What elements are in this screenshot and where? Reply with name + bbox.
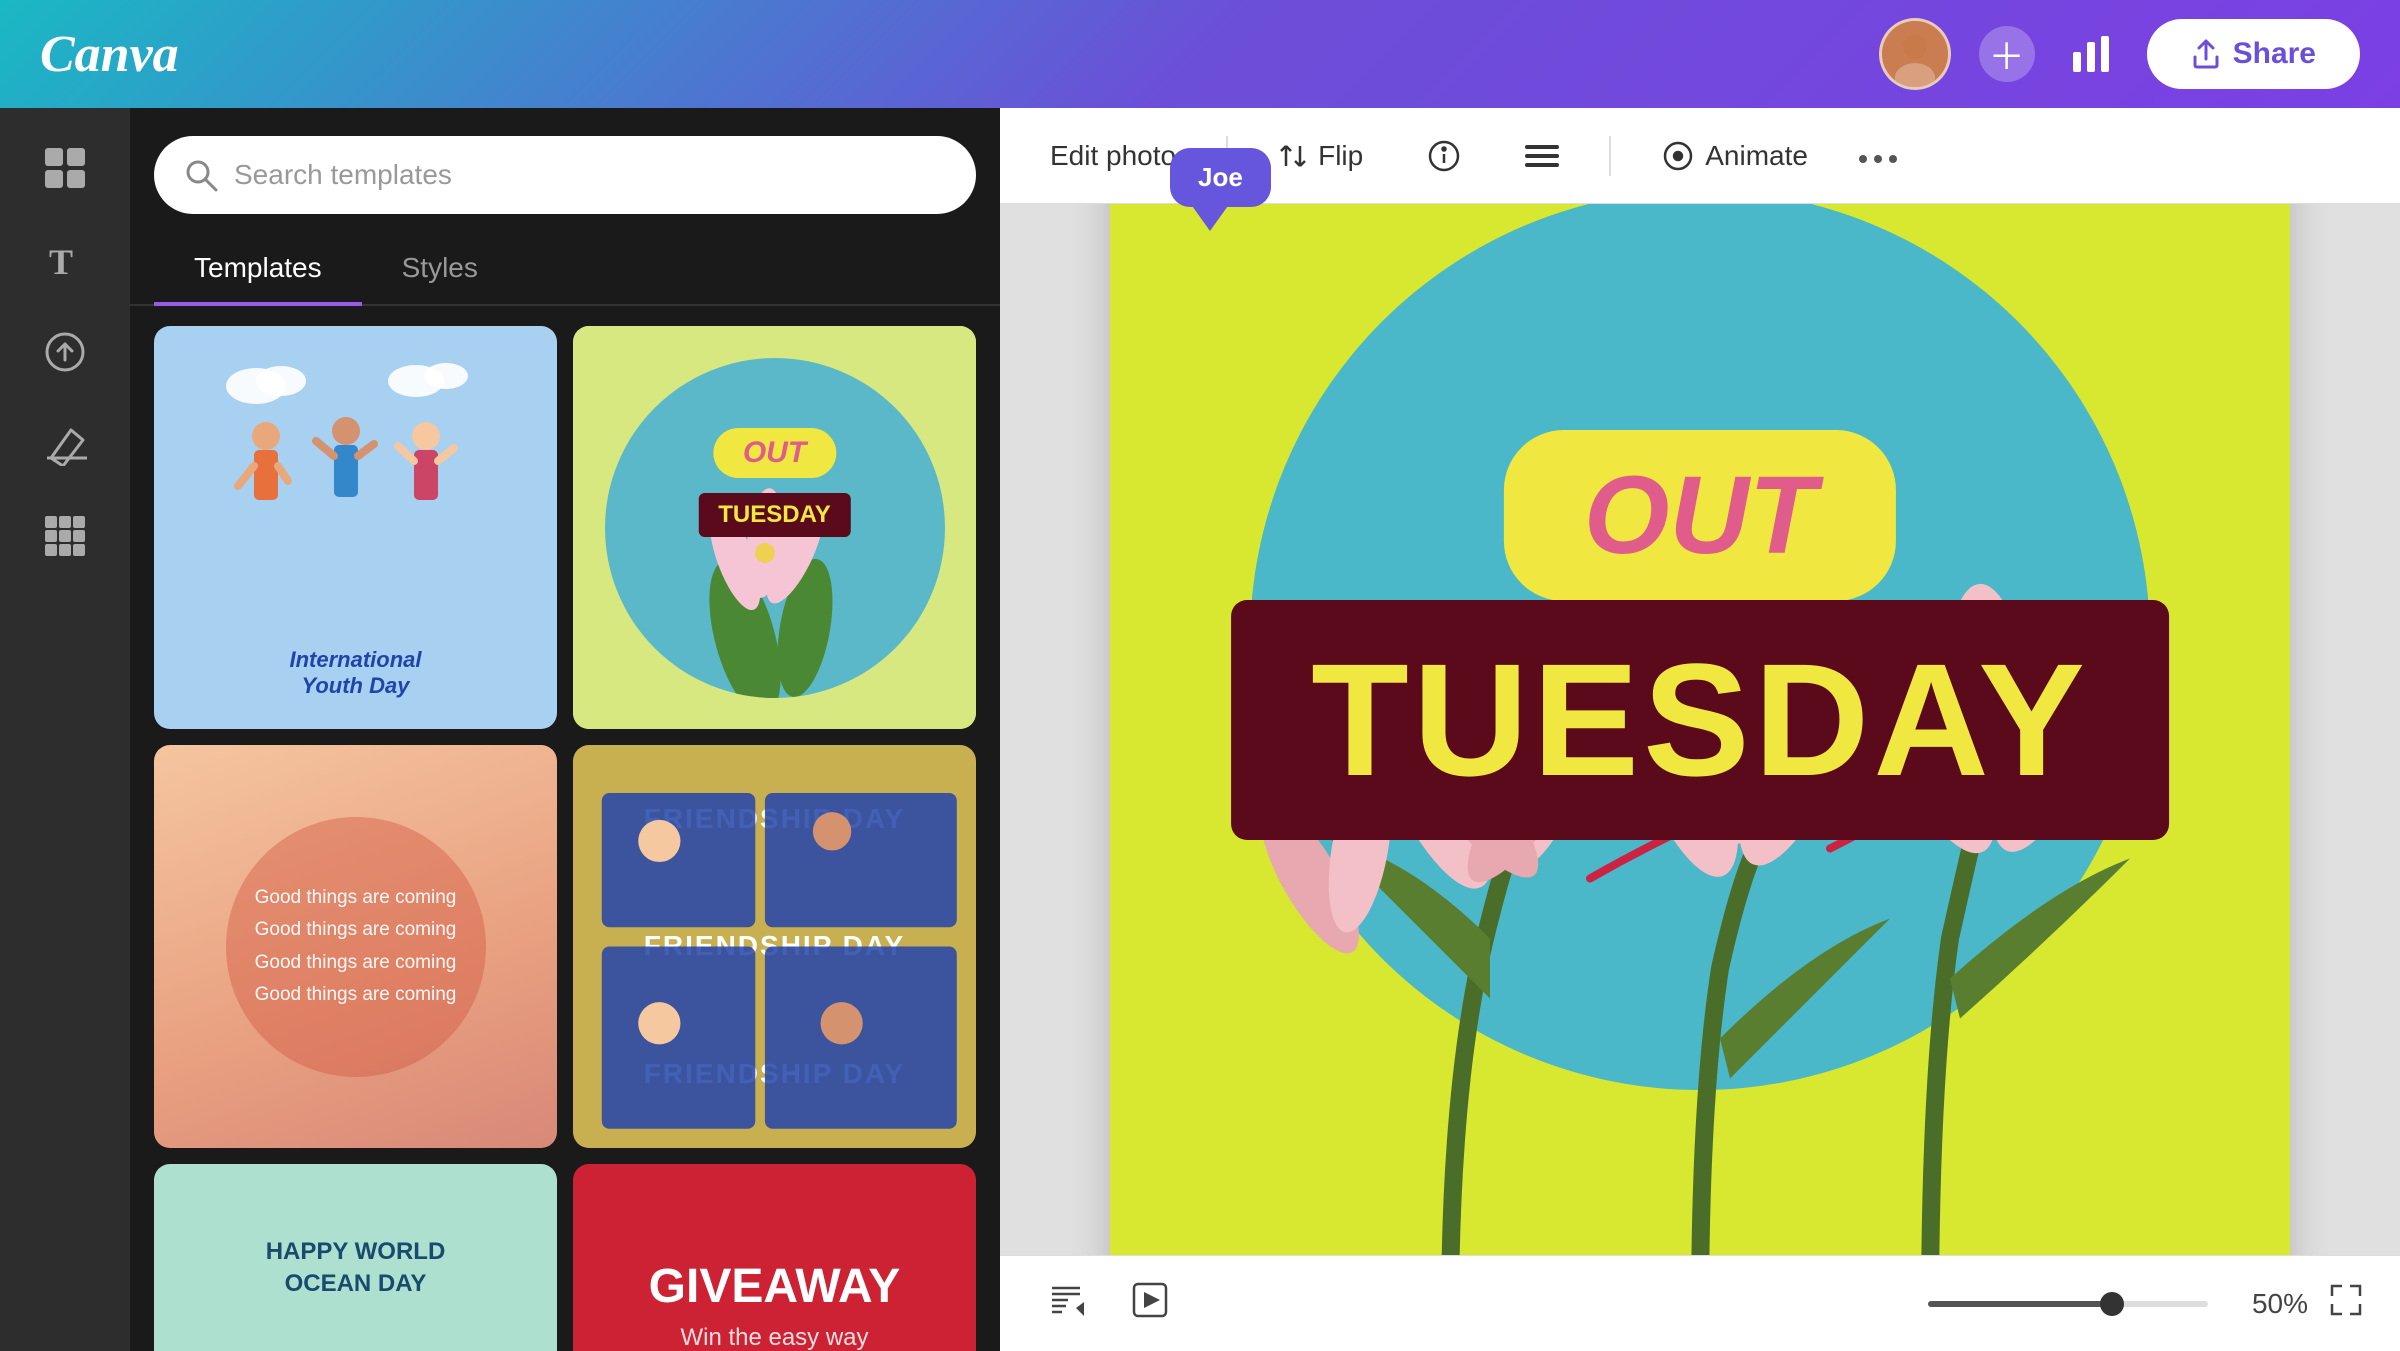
toolbar-separator-2 (1609, 136, 1611, 176)
more-options-button[interactable] (1858, 137, 1898, 174)
stats-button[interactable] (2063, 26, 2119, 82)
sidebar-item-text[interactable]: T (29, 224, 101, 296)
sidebar-item-eraser[interactable] (29, 408, 101, 480)
tab-templates[interactable]: Templates (154, 234, 362, 306)
svg-text:T: T (49, 242, 73, 282)
canvas-area: OUT TUESDAY (1000, 204, 2400, 1255)
animate-button[interactable]: Animate (1647, 129, 1822, 183)
expand-icon (2328, 1282, 2364, 1318)
bottom-left-icons (1036, 1270, 1180, 1338)
zoom-container: 50% (1928, 1282, 2364, 1326)
share-icon (2191, 39, 2221, 69)
zoom-slider-track[interactable] (1928, 1301, 2208, 1307)
share-button[interactable]: Share (2147, 19, 2360, 89)
flip-label: Flip (1318, 140, 1363, 172)
more-icon (1858, 152, 1898, 166)
notes-icon (1046, 1280, 1086, 1320)
header: Canva ＋ Share (0, 0, 2400, 108)
sidebar-item-apps[interactable] (29, 500, 101, 572)
stats-icon (2069, 32, 2113, 76)
design-canvas[interactable]: OUT TUESDAY (1110, 204, 2290, 1255)
collaborator-cursor (1190, 203, 1230, 231)
upload-icon (43, 330, 87, 374)
tabs-row: Templates Styles (130, 234, 1000, 306)
template-card-youth[interactable]: InternationalYouth Day (154, 326, 557, 729)
play-icon (1130, 1280, 1170, 1320)
ocean-title: HAPPY WORLDOCEAN DAY (266, 1236, 446, 1298)
giveaway-subtitle: Win the easy way (680, 1324, 868, 1351)
template-card-goodthings[interactable]: Good things are coming Good things are c… (154, 745, 557, 1148)
tuesday-card-content: OUT TUESDAY (573, 326, 976, 729)
animate-icon (1661, 139, 1695, 173)
canvas-out-label: OUT (1504, 430, 1896, 601)
avatar (1879, 18, 1951, 90)
zoom-knob[interactable] (2100, 1292, 2124, 1316)
animate-label: Animate (1705, 140, 1808, 172)
eraser-icon (43, 422, 87, 466)
flip-button[interactable]: Flip (1264, 130, 1377, 182)
sidebar-item-upload[interactable] (29, 316, 101, 388)
search-container: Search templates (130, 108, 1000, 234)
good-things-text: Good things are coming Good things are c… (255, 882, 457, 1011)
orange-blob: Good things are coming Good things are c… (226, 817, 486, 1077)
header-actions: ＋ Share (1879, 18, 2360, 90)
expand-button[interactable] (2328, 1282, 2364, 1326)
templates-grid: InternationalYouth Day (130, 326, 1000, 1351)
bottom-bar: 50% (1000, 1255, 2400, 1351)
youth-people-row (216, 356, 496, 556)
apps-icon (43, 514, 87, 558)
edit-photo-button[interactable]: Edit photo (1036, 130, 1190, 182)
template-card-tuesday[interactable]: OUT TUESDAY (573, 326, 976, 729)
collaborator-name: Joe (1170, 148, 1271, 207)
zoom-slider-fill (1928, 1301, 2124, 1307)
plus-icon: ＋ (1989, 28, 2025, 80)
menu-button[interactable] (1511, 131, 1573, 181)
sidebar-item-grid[interactable] (29, 132, 101, 204)
text-icon: T (43, 238, 87, 282)
search-placeholder: Search templates (234, 159, 452, 191)
search-bar[interactable]: Search templates (154, 136, 976, 214)
canva-logo: Canva (40, 25, 179, 84)
tuesday-circle: OUT TUESDAY (605, 358, 945, 698)
menu-icon (1525, 141, 1559, 171)
friendship-svg (573, 745, 976, 1148)
grid-icon (43, 146, 87, 190)
template-card-giveaway[interactable]: GIVEAWAY Win the easy way (573, 1164, 976, 1351)
collaborator-tooltip: Joe (1170, 148, 1271, 231)
goodthings-card-content: Good things are coming Good things are c… (154, 745, 557, 1148)
giveaway-card-content: GIVEAWAY Win the easy way (573, 1164, 976, 1351)
template-card-ocean[interactable]: HAPPY WORLDOCEAN DAY (154, 1164, 557, 1351)
friendship-card-content: FRIENDSHIP DAY FRIENDSHIP DAY FRIENDSHIP… (573, 745, 976, 1148)
tuesday-out-text: OUT (713, 428, 836, 478)
search-icon (184, 158, 218, 192)
canvas-tuesday-label: TUESDAY (1231, 600, 2169, 840)
share-label: Share (2233, 37, 2316, 71)
youth-figures (216, 356, 496, 556)
ocean-card-content: HAPPY WORLDOCEAN DAY (154, 1164, 557, 1351)
template-card-friendship[interactable]: FRIENDSHIP DAY FRIENDSHIP DAY FRIENDSHIP… (573, 745, 976, 1148)
left-sidebar: T (0, 108, 130, 1351)
notes-button[interactable] (1036, 1270, 1096, 1338)
ocean-svg (246, 1315, 466, 1351)
tab-styles[interactable]: Styles (362, 234, 518, 306)
giveaway-title: GIVEAWAY (649, 1259, 901, 1314)
info-button[interactable] (1413, 129, 1475, 183)
templates-panel: Search templates Templates Styles (130, 108, 1000, 1351)
youth-card-content: InternationalYouth Day (154, 326, 557, 729)
play-button[interactable] (1120, 1270, 1180, 1338)
tuesday-tuesday-text: TUESDAY (698, 493, 850, 537)
youth-title: InternationalYouth Day (289, 647, 421, 699)
info-icon (1427, 139, 1461, 173)
flip-icon (1278, 141, 1308, 171)
zoom-label: 50% (2228, 1288, 2308, 1320)
add-button[interactable]: ＋ (1979, 26, 2035, 82)
